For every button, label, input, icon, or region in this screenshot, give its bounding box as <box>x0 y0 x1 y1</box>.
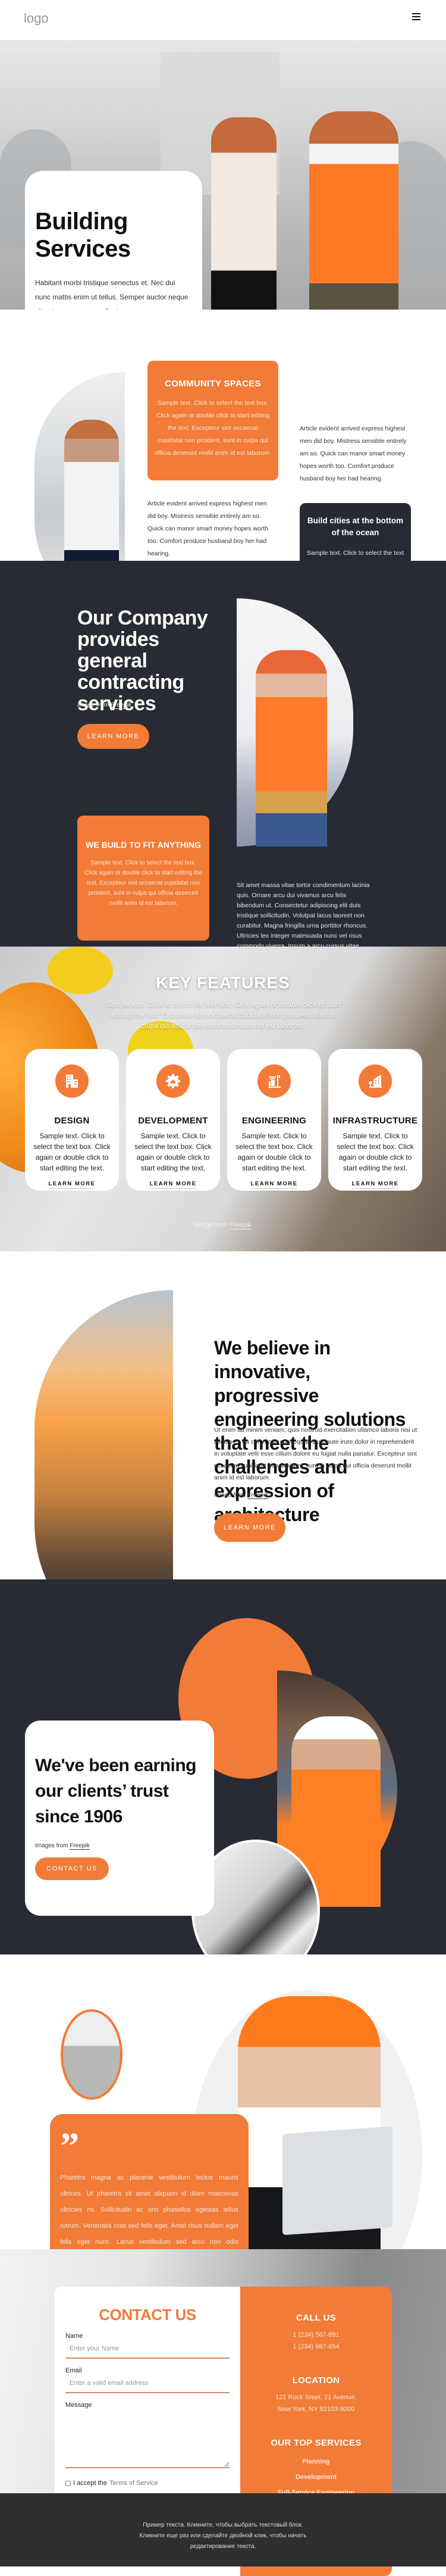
address: 121 Rock Sreet, 21 Avenue, New York, NY … <box>240 2391 392 2415</box>
believe-text: Ut enim ad minim veniam, quis nostrud ex… <box>214 1426 417 1481</box>
woman-worker-photo <box>256 650 327 847</box>
city-building-tree-icon <box>359 1064 392 1098</box>
feature-text: Sample text. Click to select the text bo… <box>337 1132 414 1172</box>
feature-name: INFRASTRUCTURE <box>332 1116 418 1126</box>
key-features-title: KEY FEATURES <box>156 973 290 992</box>
article-text: Article evident arrived express highest … <box>147 500 269 557</box>
feature-card-infrastructure: INFRASTRUCTURE Sample text. Click to sel… <box>328 1049 422 1191</box>
top-services-title: OUR TOP SERVICES <box>271 2438 362 2448</box>
learn-more-link[interactable]: LEARN MORE <box>351 1181 399 1189</box>
trust-title: We've been earning our clients’ trust si… <box>35 1756 197 1826</box>
terms-label: I accept the <box>73 2480 107 2487</box>
feature-text: Sample text. Click to select the text bo… <box>33 1132 111 1172</box>
learn-more-button[interactable]: LEARN MORE <box>77 724 149 749</box>
service-item: Planning <box>302 2458 330 2465</box>
image-credit: Image from Freepik <box>0 1222 446 1229</box>
image-credit: Images from Freepik <box>35 1843 204 1850</box>
email-label: Email <box>65 2367 82 2374</box>
hero-section: Building Services Habitant morbi tristiq… <box>0 40 446 401</box>
name-input[interactable] <box>65 2340 230 2359</box>
trust-section: We've been earning our clients’ trust si… <box>0 1579 446 1982</box>
quote-icon: ” <box>60 2125 79 2167</box>
learn-more-link[interactable]: LEARN MORE <box>48 1181 96 1189</box>
footer-text: Пример текста. Кликните, чтобы выбрать т… <box>139 2522 307 2550</box>
image-credit: Image from Freepik <box>214 1491 269 1499</box>
trust-card: We've been earning our clients’ trust si… <box>25 1721 214 1916</box>
hamburger-menu-icon[interactable] <box>412 13 420 20</box>
email-input[interactable] <box>65 2374 230 2393</box>
learn-more-button[interactable]: LEARN MORE <box>214 1513 285 1542</box>
phone-number[interactable]: 1 (234) 987-654 <box>240 2341 392 2353</box>
message-label: Message <box>65 2402 92 2409</box>
feature-card-development: DEVELOPMENT Sample text. Click to select… <box>126 1049 220 1191</box>
construction-crane-icon <box>257 1064 291 1098</box>
call-us-title: CALL US <box>296 2313 336 2323</box>
article-text: Article evident arrived express highest … <box>300 425 407 482</box>
freepik-link[interactable]: Freepik <box>230 1222 252 1229</box>
phone-list: 1 (234) 567-891 1 (234) 987-654 <box>240 2329 392 2353</box>
feature-name: DEVELOPMENT <box>138 1116 208 1126</box>
community-spaces-card: COMMUNITY SPACES Sample text. Click to s… <box>147 361 278 480</box>
credit-prefix: Image from <box>77 701 111 708</box>
testimonial-section: ” Pharetra magna ac placerat vestibulum … <box>0 1954 446 2321</box>
believe-section: We believe in innovative, progressive en… <box>0 1251 446 1662</box>
message-textarea[interactable] <box>65 2409 230 2468</box>
laptop-photo <box>282 2126 392 2235</box>
office-buildings-icon <box>55 1064 89 1098</box>
feature-text: Sample text. Click to select the text bo… <box>235 1132 313 1172</box>
freepik-link[interactable]: Freepik <box>70 1843 90 1850</box>
hero-photo-worker <box>309 111 398 314</box>
key-features-subtitle: Sample text. Click to select the text bo… <box>105 1000 341 1030</box>
feature-card-engineering: ENGINEERING Sample text. Click to select… <box>227 1049 321 1191</box>
contact-us-button[interactable]: CONTACT US <box>35 1857 109 1880</box>
location-title: LOCATION <box>292 2375 340 2385</box>
phone-number[interactable]: 1 (234) 567-891 <box>240 2329 392 2341</box>
build-to-fit-card: WE BUILD TO FIT ANYTHING Sample text. Cl… <box>77 816 209 941</box>
freepik-link[interactable]: Freepik <box>111 701 132 709</box>
feature-text: Sample text. Click to select the text bo… <box>134 1132 212 1172</box>
service-item: Development <box>295 2474 337 2481</box>
company-section: Our Company provides general contracting… <box>0 561 446 970</box>
hero-photo-engineer <box>211 117 277 314</box>
learn-more-link[interactable]: LEARN MORE <box>250 1181 298 1189</box>
address-line: New York, NY 92103-9000 <box>277 2406 355 2413</box>
contact-title: CONTACT US <box>99 2306 196 2324</box>
intro-section: COMMUNITY SPACES Sample text. Click to s… <box>0 310 446 631</box>
name-label: Name <box>65 2333 83 2340</box>
company-title: Our Company provides general contracting… <box>77 607 208 715</box>
credit-prefix: Image from <box>214 1491 248 1498</box>
card-title: Build cities at the bottom of the ocean <box>307 516 404 537</box>
card-text: Sample text. Click to select the text bo… <box>84 860 202 907</box>
feature-card-design: DESIGN Sample text. Click to select the … <box>25 1049 119 1191</box>
site-header: logo <box>0 0 446 40</box>
card-text: Sample text. Click to select the text bo… <box>155 399 271 457</box>
card-title: WE BUILD TO FIT ANYTHING <box>86 840 201 850</box>
avatar <box>61 2009 123 2100</box>
freepik-link[interactable]: Freepik <box>247 1491 269 1499</box>
credit-prefix: Image from <box>194 1222 230 1229</box>
card-title: COMMUNITY SPACES <box>165 379 261 389</box>
logo[interactable]: logo <box>24 11 49 26</box>
feature-name: ENGINEERING <box>241 1116 307 1126</box>
contact-section: CONTACT US Name Email Message I accept t… <box>0 2249 446 2576</box>
terms-checkbox[interactable] <box>65 2480 71 2486</box>
hero-title: Building Services <box>35 208 131 262</box>
address-line: 121 Rock Sreet, 21 Avenue, <box>275 2394 357 2401</box>
terms-link[interactable]: Terms of Service <box>109 2480 158 2487</box>
feature-name: DESIGN <box>54 1116 90 1126</box>
key-features-section: KEY FEATURES Sample text. Click to selec… <box>0 947 446 1251</box>
image-credit: Image from Freepik <box>77 701 132 709</box>
footer: Пример текста. Кликните, чтобы выбрать т… <box>0 2493 446 2566</box>
credit-prefix: Images from <box>35 1843 70 1849</box>
gear-house-icon <box>156 1064 190 1098</box>
learn-more-link[interactable]: LEARN MORE <box>149 1181 197 1189</box>
terms-checkbox-row: I accept the Terms of Service <box>65 2480 230 2487</box>
